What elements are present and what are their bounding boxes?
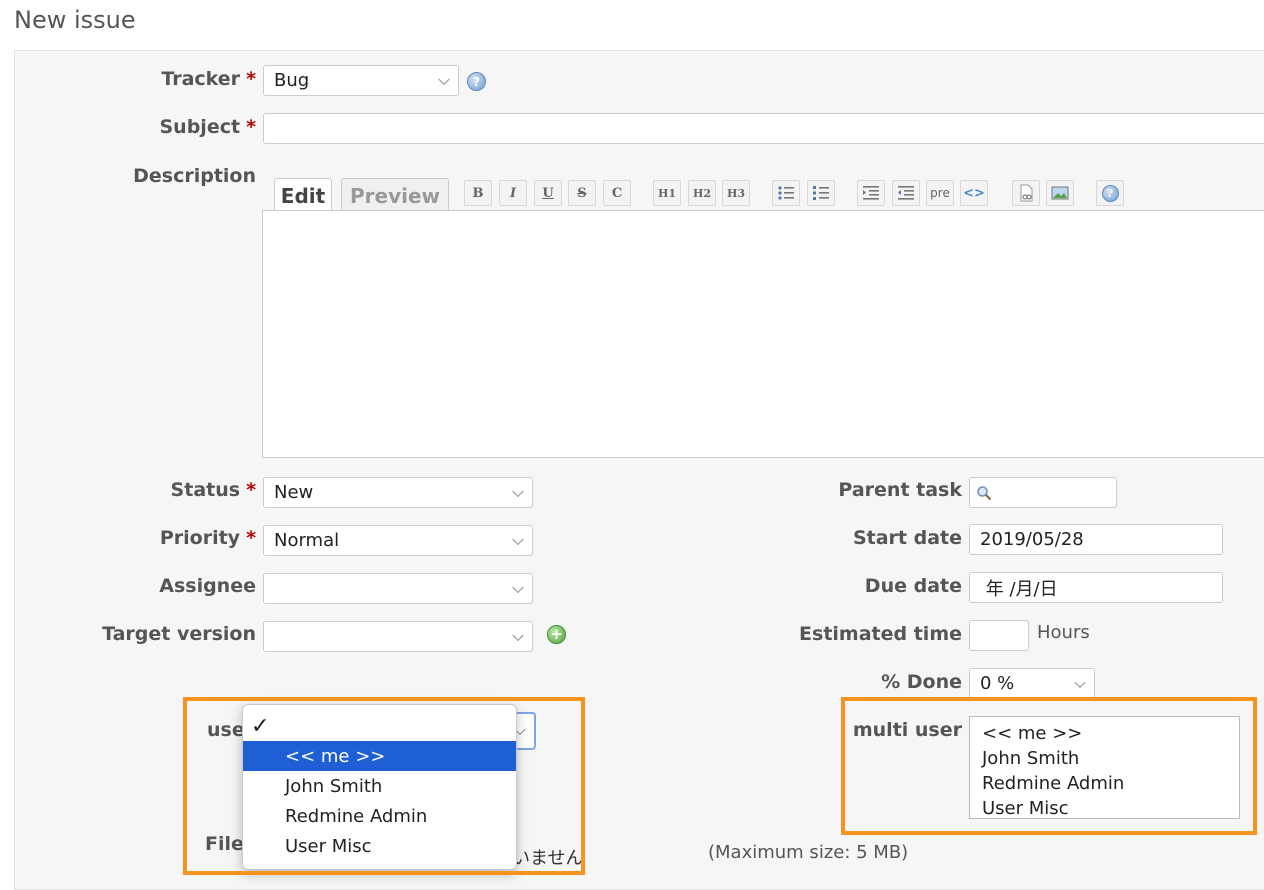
status-select[interactable]: New (263, 477, 533, 508)
target-version-label: Target version (102, 623, 256, 645)
image-button[interactable] (1046, 180, 1074, 206)
done-ratio-select[interactable]: 0 % (969, 668, 1095, 699)
subject-label: Subject * (159, 116, 257, 138)
max-size-note: (Maximum size: 5 MB) (708, 842, 909, 863)
indent-icon (863, 186, 879, 200)
due-date-label: Due date (864, 575, 962, 597)
start-date-input[interactable]: 2019/05/28 (969, 524, 1223, 555)
image-icon (1051, 186, 1069, 200)
parent-task-label: Parent task (838, 479, 962, 501)
heading3-button[interactable]: H3 (722, 180, 750, 206)
inline-code-button[interactable]: <> (960, 180, 988, 206)
tab-preview[interactable]: Preview (341, 178, 449, 212)
tracker-value: Bug (274, 70, 310, 91)
indent-button[interactable] (857, 180, 885, 206)
estimated-time-input[interactable] (969, 620, 1029, 651)
chevron-down-icon (512, 629, 524, 641)
done-ratio-label: % Done (881, 671, 962, 693)
page-link-icon (1020, 184, 1033, 202)
priority-select[interactable]: Normal (263, 525, 533, 556)
description-label: Description (133, 165, 256, 187)
heading2-button[interactable]: H2 (688, 180, 716, 206)
start-date-label: Start date (852, 527, 962, 549)
search-icon (977, 485, 992, 500)
status-label: Status * (170, 479, 256, 501)
assignee-label: Assignee (159, 575, 256, 597)
bold-button[interactable]: B (464, 180, 492, 206)
unordered-list-button[interactable] (772, 180, 800, 206)
page-title: New issue (14, 6, 136, 34)
tab-edit[interactable]: Edit (274, 178, 332, 212)
code-button[interactable]: C (603, 180, 631, 206)
chevron-down-icon (512, 581, 524, 593)
tracker-label: Tracker * (161, 68, 256, 90)
help-icon: ? (1101, 184, 1119, 202)
user-field-highlight (183, 697, 585, 875)
heading1-button[interactable]: H1 (653, 180, 681, 206)
hours-unit: Hours (1037, 622, 1090, 643)
help-icon[interactable]: ? (467, 72, 486, 91)
preformatted-button[interactable]: pre (926, 180, 954, 206)
chevron-down-icon (512, 533, 524, 545)
outdent-button[interactable] (892, 180, 920, 206)
multi-user-highlight (841, 697, 1257, 835)
chevron-down-icon (512, 485, 524, 497)
priority-label: Priority * (159, 527, 256, 549)
ordered-list-icon (813, 186, 829, 200)
chevron-down-icon (438, 73, 450, 85)
due-date-input[interactable]: 年 /月/日 (969, 572, 1223, 603)
strikethrough-button[interactable]: S (568, 180, 596, 206)
outdent-icon (898, 186, 914, 200)
tracker-select[interactable]: Bug (263, 65, 459, 96)
wiki-link-button[interactable] (1012, 180, 1040, 206)
italic-button[interactable]: I (499, 180, 527, 206)
underline-button[interactable]: U (534, 180, 562, 206)
subject-input[interactable] (263, 113, 1264, 144)
add-version-icon[interactable]: + (547, 625, 566, 644)
description-textarea[interactable] (262, 210, 1264, 458)
target-version-select[interactable] (263, 621, 533, 652)
chevron-down-icon (1074, 676, 1086, 688)
parent-task-input[interactable] (969, 477, 1117, 508)
estimated-time-label: Estimated time (799, 623, 962, 645)
ordered-list-button[interactable] (807, 180, 835, 206)
assignee-select[interactable] (263, 573, 533, 604)
help-button[interactable]: ? (1096, 180, 1124, 206)
unordered-list-icon (778, 186, 794, 200)
